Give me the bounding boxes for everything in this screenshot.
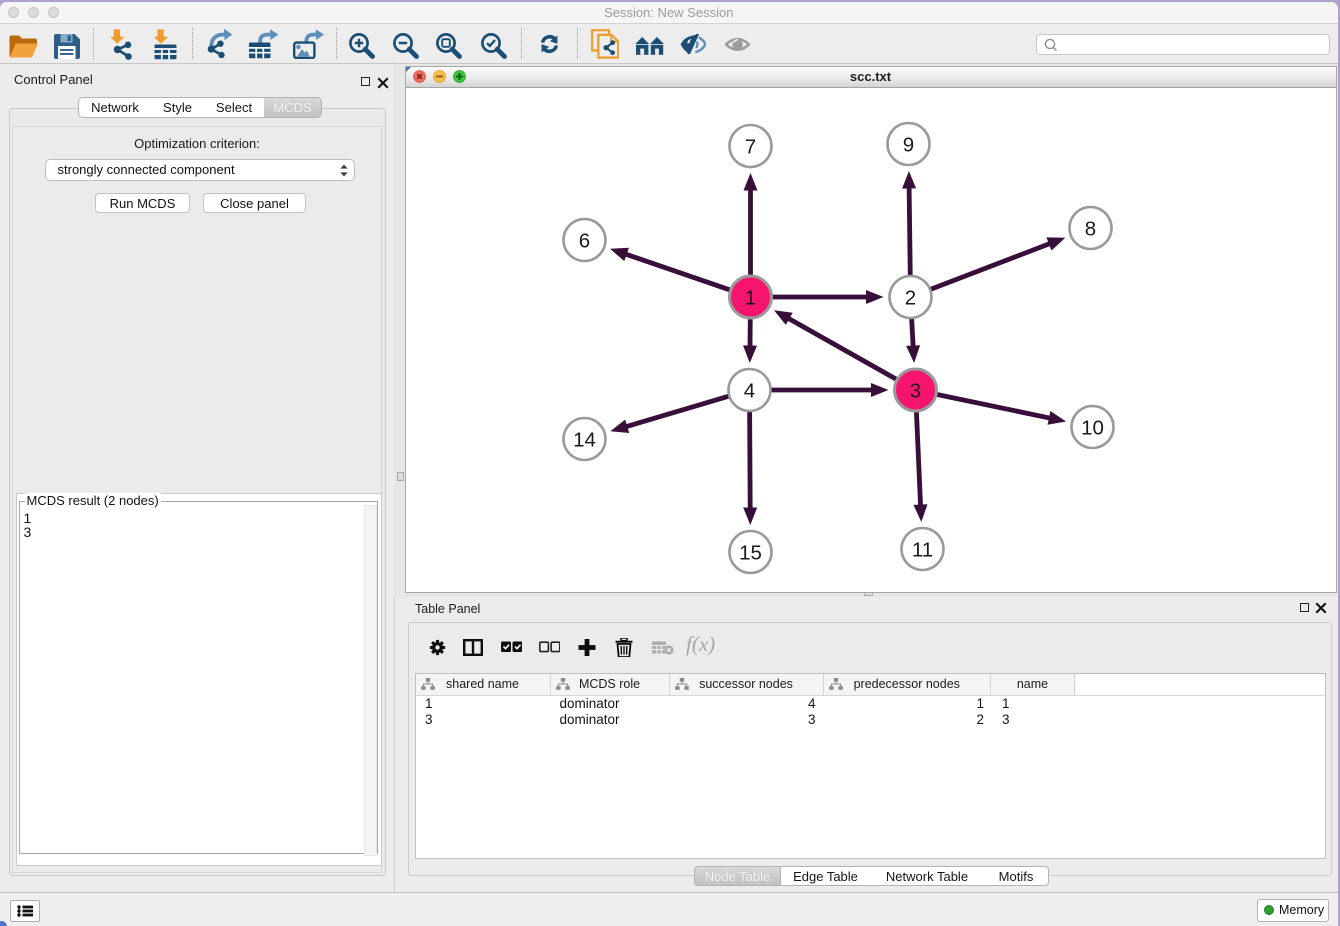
svg-text:15: 15	[739, 541, 762, 564]
svg-text:7: 7	[744, 135, 755, 158]
svg-text:2: 2	[904, 286, 915, 309]
svg-text:3: 3	[909, 379, 920, 402]
svg-text:1: 1	[744, 286, 755, 309]
svg-text:8: 8	[1084, 217, 1095, 240]
svg-text:4: 4	[743, 379, 754, 402]
svg-text:11: 11	[911, 538, 932, 561]
svg-text:6: 6	[578, 229, 589, 252]
svg-text:10: 10	[1081, 416, 1104, 439]
svg-text:9: 9	[902, 133, 913, 156]
svg-text:14: 14	[573, 428, 596, 451]
